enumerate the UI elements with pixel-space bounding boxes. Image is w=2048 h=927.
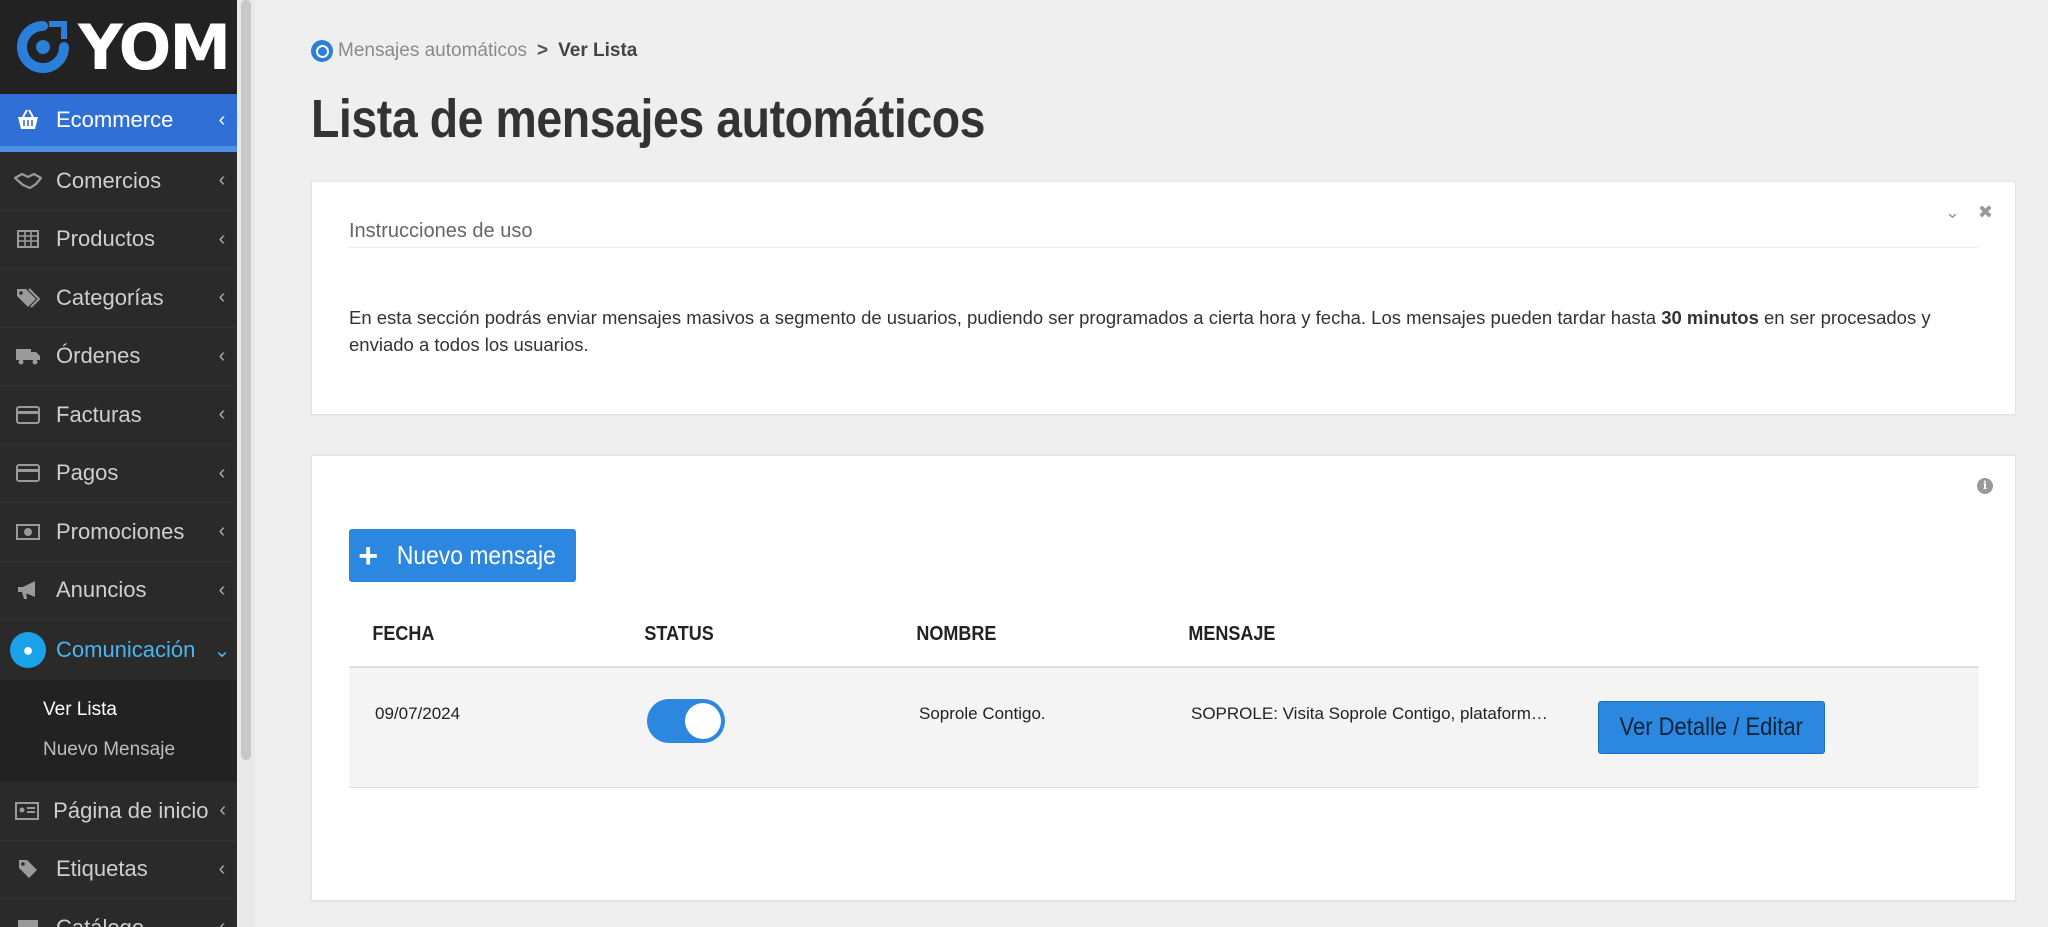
tag-icon [0,859,56,879]
submenu-item-ver-lista[interactable]: Ver Lista [0,690,237,730]
submenu-comunicacion: Ver Lista Nuevo Mensaje [0,680,237,782]
sidebar-item-label: Etiquetas [56,856,148,882]
chat-icon: ● [0,632,56,668]
sidebar-item-pagos[interactable]: Pagos ‹ [0,445,237,503]
message-preview: SOPROLE: Visita Soprole Contigo, platafo… [1191,704,1551,723]
view-edit-button[interactable]: Ver Detalle / Editar [1598,701,1825,754]
chevron-left-icon: ‹ [218,286,226,309]
chevron-left-icon: ‹ [218,578,226,601]
sidebar-item-ordenes[interactable]: Órdenes ‹ [0,328,237,386]
instructions-card: ⌄ ✖ Instrucciones de uso En esta sección… [311,181,2016,415]
page-title: Lista de mensajes automáticos [311,89,986,149]
breadcrumb-separator: > [537,40,549,61]
instructions-text: En esta sección podrás enviar mensajes m… [349,304,1978,358]
sidebar-item-label: Página de inicio [53,797,209,823]
breadcrumb: Mensajes automáticos > Ver Lista [311,40,637,62]
info-icon[interactable]: i [1977,478,1993,494]
credit-card-icon [0,464,56,483]
sidebar-item-facturas[interactable]: Facturas ‹ [0,386,237,445]
breadcrumb-current: Ver Lista [558,40,638,61]
chevron-left-icon: ‹ [218,461,226,484]
sidebar-item-pagina-de-inicio[interactable]: Página de inicio ‹ [0,782,237,841]
chevron-left-icon: ‹ [218,344,226,367]
chevron-left-icon: ‹ [218,857,226,880]
instructions-text-start: En esta sección podrás enviar mensajes m… [349,307,1662,328]
sidebar-item-label: Comercios [56,167,162,193]
sidebar-item-label: Pagos [56,460,119,486]
yom-logo-icon [17,21,69,73]
chevron-down-icon: ⌄ [213,639,231,662]
truck-icon [0,347,56,365]
instructions-heading: Instrucciones de uso [349,220,1978,248]
messages-card: i + Nuevo mensaje FECHA STATUS NOMBRE ME… [311,455,2016,901]
sidebar-item-anuncios[interactable]: Anuncios ‹ [0,562,237,620]
instructions-text-bold: 30 minutos [1661,307,1759,328]
column-header-status[interactable]: STATUS [621,623,866,646]
cell-status [621,668,893,743]
chevron-left-icon: ‹ [218,169,226,192]
bullhorn-icon [0,580,56,600]
plus-icon: + [358,536,379,575]
cell-mensaje: SOPROLE: Visita Soprole Contigo, platafo… [1165,668,1574,724]
submenu-item-nuevo-mensaje[interactable]: Nuevo Mensaje [0,730,237,770]
logo[interactable]: YOM [0,0,237,94]
sidebar-item-catalogo[interactable]: Catálogo ‹ [0,899,237,927]
column-header-mensaje[interactable]: MENSAJE [1165,623,1533,646]
sidebar-item-label: Facturas [56,401,142,427]
chevron-left-icon: ‹ [218,520,226,543]
tags-icon [0,288,56,308]
chevron-left-icon: ‹ [218,108,226,131]
new-message-button[interactable]: + Nuevo mensaje [349,529,576,582]
cell-nombre: Soprole Contigo. [919,704,1046,723]
breadcrumb-link[interactable]: Mensajes automáticos [338,40,527,62]
sidebar-item-label: Productos [56,226,156,252]
view-edit-label: Ver Detalle / Editar [1619,713,1804,741]
money-icon [0,523,56,541]
sidebar-item-promociones[interactable]: Promociones ‹ [0,503,237,562]
close-icon[interactable]: ✖ [1978,202,1993,223]
sidebar-item-ecommerce[interactable]: Ecommerce ‹ [0,94,237,152]
sidebar-item-label: Ecommerce [56,107,174,132]
chevron-left-icon: ‹ [218,227,226,250]
sidebar-item-categorias[interactable]: Categorías ‹ [0,269,237,328]
chevron-left-icon: ‹ [218,403,226,426]
sidebar-item-label: Promociones [56,518,185,544]
sidebar-item-comunicacion[interactable]: ● Comunicación ⌄ [0,620,237,680]
chevron-left-icon: ‹ [219,799,227,822]
sidebar-item-label: Comunicación [56,637,196,662]
sidebar-scrollbar[interactable] [241,0,251,760]
sidebar-item-label: Categorías [56,284,164,310]
messages-table: FECHA STATUS NOMBRE MENSAJE 09/07/2024 S… [349,603,1979,788]
sidebar-item-comercios[interactable]: Comercios ‹ [0,152,237,211]
cell-fecha: 09/07/2024 [375,704,461,723]
chevron-left-icon: ‹ [207,916,237,927]
sidebar-item-label: Catálogo [56,915,207,927]
handshake-icon [0,172,56,190]
book-icon [0,919,56,927]
basket-icon [0,109,56,131]
table-header: FECHA STATUS NOMBRE MENSAJE [349,603,1979,668]
table-icon [0,230,56,249]
target-icon [311,40,333,62]
sidebar-item-label: Anuncios [56,577,147,603]
new-message-label: Nuevo mensaje [396,540,556,570]
status-toggle[interactable] [647,699,725,743]
credit-card-icon [0,405,56,424]
sidebar: YOM Ecommerce ‹ Comercios ‹ Productos ‹ … [0,0,237,927]
column-header-fecha[interactable]: FECHA [349,623,594,646]
brand-name: YOM [78,10,231,84]
id-card-icon [0,801,53,820]
sidebar-item-label: Órdenes [56,343,141,369]
column-header-nombre[interactable]: NOMBRE [893,623,1138,646]
table-row: 09/07/2024 Soprole Contigo. SOPROLE: Vis… [349,668,1979,788]
sidebar-item-etiquetas[interactable]: Etiquetas ‹ [0,841,237,899]
sidebar-item-productos[interactable]: Productos ‹ [0,211,237,269]
